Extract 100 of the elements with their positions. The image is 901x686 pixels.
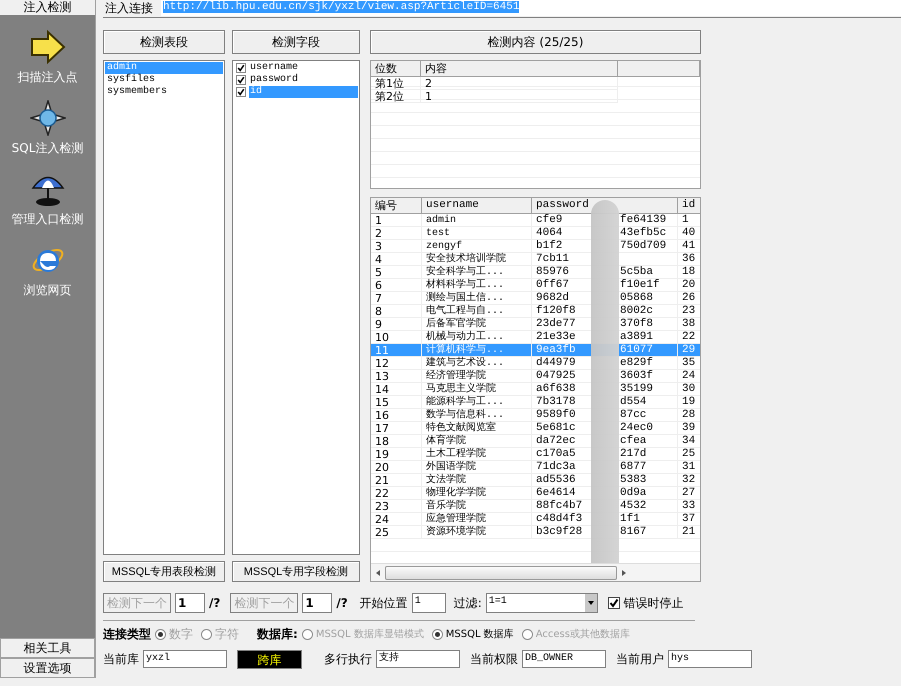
- table-cell: f10e1f: [620, 279, 660, 291]
- info-label: 当前库: [103, 650, 139, 668]
- table-cell: a3891: [620, 331, 654, 343]
- scroll-right-icon[interactable]: [620, 568, 628, 576]
- table-cell: 29: [678, 344, 700, 357]
- table-cell: 05868: [620, 292, 654, 304]
- checkbox[interactable]: [236, 87, 246, 97]
- table-cell: 217d: [620, 448, 646, 460]
- info-label: 多行执行: [324, 650, 372, 668]
- url-label: 注入连接: [104, 0, 154, 16]
- radio-label: MSSQL 数据库显错模式: [316, 628, 424, 641]
- horizontal-scrollbar[interactable]: [371, 563, 700, 581]
- detect-tables-button[interactable]: 检测表段: [103, 30, 225, 54]
- table-cell-text: 6e4614: [536, 487, 577, 499]
- field-list-item[interactable]: username: [249, 62, 358, 74]
- table-cell: 87cc: [620, 409, 646, 421]
- table-cell-text: 7b3178: [536, 396, 577, 408]
- filter-dropdown[interactable]: 1=1: [486, 593, 598, 613]
- table-cell-text: 5e681c: [536, 422, 577, 434]
- table-cell: d554: [620, 396, 646, 408]
- table-cell: 8002c: [620, 305, 654, 317]
- stop-on-error-label: 错误时停止: [624, 594, 684, 612]
- column-header[interactable]: 内容: [421, 61, 618, 76]
- info-field[interactable]: 支持: [376, 650, 460, 668]
- start-position-label: 开始位置: [360, 594, 408, 612]
- mssql-tables-button[interactable]: MSSQL专用表段检测: [103, 561, 225, 582]
- table-cell-text: f120f8: [536, 305, 577, 317]
- checkbox[interactable]: [236, 63, 246, 73]
- table-cell-text: c48d4f3: [536, 513, 584, 525]
- table-cell: 第1位: [371, 77, 421, 90]
- column-header[interactable]: 位数: [371, 61, 421, 76]
- table-cell-text: ad5536: [536, 474, 577, 486]
- info-label: 当前用户: [616, 650, 664, 668]
- table-cell: fe64139: [620, 214, 666, 226]
- field-list-item[interactable]: password: [249, 74, 358, 86]
- table-cell: 43efb5c: [620, 227, 666, 239]
- column-header[interactable]: id: [678, 198, 700, 213]
- column-header[interactable]: 编号: [371, 198, 422, 213]
- table-cell: 24ec0: [620, 422, 654, 434]
- mssql-fields-button[interactable]: MSSQL专用字段检测: [232, 561, 360, 582]
- table-cell-text: cfe9: [536, 214, 564, 226]
- sidebar-button[interactable]: 设置选项: [0, 658, 95, 678]
- sidebar-item[interactable]: SQL注入检测: [12, 100, 84, 157]
- sidebar-item[interactable]: 管理入口检测: [12, 171, 84, 228]
- info-field[interactable]: DB_OWNER: [522, 650, 606, 668]
- table-cell-text: a6f638: [536, 383, 577, 395]
- table-cell: 8167: [620, 526, 646, 538]
- column-header[interactable]: username: [422, 198, 532, 213]
- table-cell-text: b1f2: [536, 240, 564, 252]
- table-cell-text: 21e33e: [536, 331, 577, 343]
- info-label: 当前权限: [470, 650, 518, 668]
- table-cell-text: 4064: [536, 227, 564, 239]
- table-cell-text: 9ea3fb: [536, 344, 577, 356]
- table-cell-text: d44979: [536, 357, 577, 369]
- table-list-item[interactable]: sysmembers: [105, 86, 223, 98]
- start-position-field[interactable]: 1: [412, 593, 446, 613]
- sidebar-item[interactable]: 浏览网页: [24, 242, 72, 299]
- table-cell: 3603f: [620, 370, 654, 382]
- radio-label: 字符: [215, 626, 239, 642]
- detect-fields-button[interactable]: 检测字段: [232, 30, 360, 54]
- table-cell-text: 9589f0: [536, 409, 577, 421]
- table-cell: 1: [421, 90, 618, 103]
- compass-icon: [30, 100, 66, 136]
- scroll-left-icon[interactable]: [374, 568, 382, 576]
- table-cell: 0d9a: [620, 487, 646, 499]
- info-field[interactable]: yxzl: [143, 650, 227, 668]
- table-cell-text: 23de77: [536, 318, 577, 330]
- cross-database-button[interactable]: 跨库: [237, 650, 302, 668]
- table-cell-text: 7cb11: [536, 253, 570, 265]
- total-label: /?: [336, 596, 348, 610]
- table-cell: 第2位: [371, 90, 421, 103]
- table-cell-text: 85976: [536, 266, 570, 278]
- sidebar-item[interactable]: 扫描注入点: [18, 29, 78, 86]
- table-cell: cfea: [620, 435, 646, 447]
- table-cell-text: da72ec: [536, 435, 577, 447]
- detect-content-button[interactable]: 检测内容 (25/25): [370, 30, 701, 54]
- stop-on-error-checkbox[interactable]: [608, 597, 620, 609]
- radio-label: MSSQL 数据库: [446, 628, 514, 641]
- table-cell-text: 9682d: [536, 292, 570, 304]
- table-cell: 750d709: [620, 240, 666, 252]
- table-list-item[interactable]: sysfiles: [105, 74, 223, 86]
- checkbox[interactable]: [236, 75, 246, 85]
- table-cell: 370f8: [620, 318, 654, 330]
- table-cell: 61077: [620, 344, 654, 356]
- database-label: 数据库:: [257, 626, 298, 642]
- info-field[interactable]: hys: [668, 650, 752, 668]
- table-cell: e829f: [620, 357, 654, 369]
- radio-button[interactable]: [432, 628, 443, 640]
- table-cell: 4532: [620, 500, 646, 512]
- arrow-icon: [30, 29, 66, 65]
- sidebar-button[interactable]: 相关工具: [0, 638, 95, 658]
- table-cell: 11: [371, 344, 422, 357]
- table-cell: 计算机科学与...: [422, 344, 532, 357]
- table-cell: 1f1: [620, 513, 640, 525]
- connection-type-label: 连接类型: [103, 626, 151, 642]
- table-cell: 2: [421, 77, 618, 90]
- filter-label: 过滤:: [454, 594, 482, 612]
- caret-icon: [586, 599, 595, 607]
- total-label: /?: [209, 596, 220, 610]
- table-cell-text: c170a5: [536, 448, 577, 460]
